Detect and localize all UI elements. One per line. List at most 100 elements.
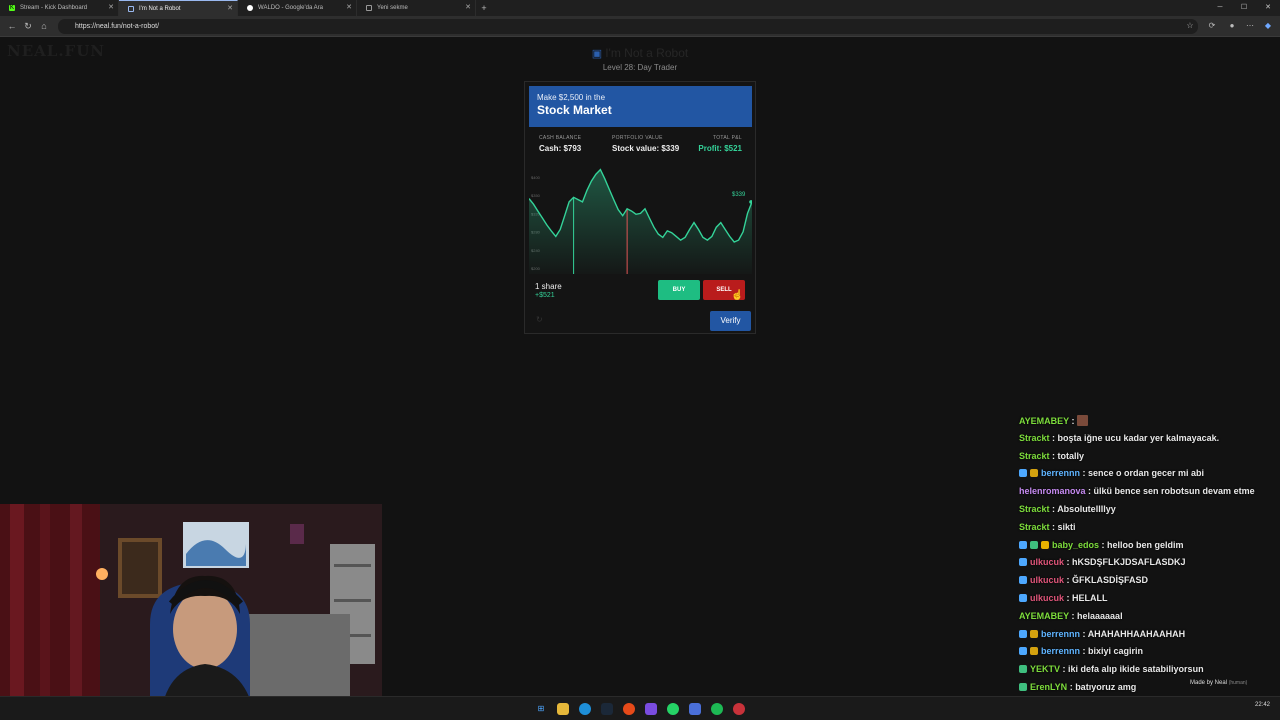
steam-icon[interactable] — [601, 703, 613, 715]
chat-text: totally — [1057, 450, 1085, 461]
chat-message: ulkucuk : ĞFKLASDİŞFASD — [1019, 575, 1148, 585]
close-icon[interactable]: ✕ — [227, 5, 233, 12]
minimize-icon[interactable]: ─ — [1208, 0, 1232, 16]
chat-badge-icon — [1019, 576, 1027, 585]
pnl-label: TOTAL P&L — [712, 135, 742, 141]
windows-start-icon[interactable]: ⊞ — [535, 703, 547, 715]
chat-separator: : — [1060, 664, 1069, 675]
chat-username[interactable]: ulkucuk — [1030, 593, 1064, 603]
chat-username[interactable]: Strackt — [1019, 433, 1050, 443]
chat-separator: : — [1064, 557, 1073, 568]
chat-separator: : — [1069, 416, 1078, 426]
tab-title: Yeni sekme — [377, 5, 408, 11]
y-tick-label: $400 — [531, 175, 541, 180]
chrome-icon[interactable] — [733, 703, 745, 715]
system-clock[interactable]: 22:42 — [1255, 701, 1270, 709]
tab-new-tab[interactable]: Yeni sekme ✕ — [357, 0, 476, 16]
site-logo[interactable]: NEAL.FUN — [7, 42, 105, 60]
tab-title: Stream - Kick Dashboard — [20, 5, 88, 11]
chat-username[interactable]: ulkucuk — [1030, 557, 1064, 567]
chat-text: ülkü bence sen robotsun devam etme — [1093, 486, 1255, 497]
pnl-stat: TOTAL P&L Profit: $521 — [698, 135, 742, 153]
chat-username[interactable]: helenromanova — [1019, 486, 1086, 496]
refresh-extension-icon[interactable]: ⟳ — [1206, 20, 1218, 32]
chat-message: ulkucuk : hKSDŞFLKJDSAFLASDKJ — [1019, 557, 1186, 567]
file-explorer-icon[interactable] — [557, 703, 569, 715]
portfolio-value: Stock value: $339 — [612, 144, 680, 153]
share-count: 1 share — [535, 282, 562, 291]
chat-text: helaaaaaal — [1077, 610, 1123, 621]
chat-text: AHAHAHHAAHAAHAH — [1087, 628, 1186, 639]
chat-username[interactable]: berrennn — [1041, 646, 1080, 656]
chat-separator: : — [1064, 593, 1073, 603]
menu-icon[interactable]: ⋯ — [1244, 20, 1256, 32]
stats-row: CASH BALANCE Cash: $793 PORTFOLIO VALUE … — [529, 135, 752, 159]
robot-icon: ▣ — [591, 48, 603, 60]
chat-username[interactable]: YEKTV — [1030, 664, 1060, 674]
chat-username[interactable]: ulkucuk — [1030, 575, 1064, 585]
chat-message: Strackt : Absolutellllyy — [1019, 504, 1116, 514]
whatsapp-icon[interactable] — [667, 703, 679, 715]
chat-username[interactable]: baby_edos — [1052, 540, 1099, 550]
page-title: ▣ I'm Not a Robot — [560, 46, 720, 60]
made-by-credit: Made by Neal (human) — [1190, 680, 1247, 686]
chat-username[interactable]: berrennn — [1041, 468, 1080, 478]
chat-message: AYEMABEY : helaaaaaal — [1019, 611, 1123, 621]
favorite-star-icon[interactable]: ☆ — [1184, 20, 1196, 32]
app-icon[interactable] — [645, 703, 657, 715]
chat-username[interactable]: ErenLYN — [1030, 682, 1067, 692]
spotify-icon[interactable] — [711, 703, 723, 715]
back-icon[interactable]: ← — [6, 20, 18, 32]
chat-message: helenromanova : ülkü bence sen robotsun … — [1019, 486, 1255, 496]
chat-text: boşta iğne ucu kadar yer kalmayacak. — [1057, 432, 1220, 443]
chat-username[interactable]: berrennn — [1041, 629, 1080, 639]
pnl-value: Profit: $521 — [698, 144, 742, 153]
new-tab-button[interactable]: + — [476, 0, 492, 16]
chat-username[interactable]: AYEMABEY — [1019, 611, 1069, 621]
stock-chart: $400$350$320$280$240$200 $339 — [529, 168, 752, 274]
close-icon[interactable]: ✕ — [346, 4, 352, 11]
chat-username[interactable]: Strackt — [1019, 504, 1050, 514]
close-window-icon[interactable]: ✕ — [1256, 0, 1280, 16]
obs-icon[interactable] — [623, 703, 635, 715]
copilot-icon[interactable]: ◆ — [1262, 20, 1274, 32]
chat-badge-icon — [1019, 665, 1027, 674]
google-icon — [247, 5, 253, 11]
discord-icon[interactable] — [689, 703, 701, 715]
buy-button[interactable]: BUY — [658, 280, 700, 300]
windows-taskbar: ⊞ 22:42 — [0, 696, 1280, 720]
chat-message: berrennn : sence o ordan gecer mi abi — [1019, 468, 1204, 478]
chat-separator: : — [1049, 450, 1058, 461]
chat-separator: : — [1080, 646, 1089, 657]
chat-separator: : — [1049, 521, 1058, 532]
chat-username[interactable]: AYEMABEY — [1019, 416, 1069, 426]
chat-separator: : — [1085, 486, 1094, 497]
challenge-subtitle: Make $2,500 in the — [537, 93, 606, 102]
close-icon[interactable]: ✕ — [465, 4, 471, 11]
tab-google-search[interactable]: WALDO - Google'da Ara ✕ — [238, 0, 357, 16]
chat-badge-icon — [1019, 540, 1027, 549]
tab-not-a-robot[interactable]: I'm Not a Robot ✕ — [119, 0, 238, 16]
chat-text: batıyoruz amg — [1075, 682, 1137, 692]
chat-username[interactable]: Strackt — [1019, 451, 1050, 461]
maximize-icon[interactable]: ☐ — [1232, 0, 1256, 16]
chat-message: Strackt : boşta iğne ucu kadar yer kalma… — [1019, 433, 1219, 443]
verify-button[interactable]: Verify — [710, 311, 751, 331]
page-title-text: I'm Not a Robot — [605, 46, 689, 60]
robot-icon — [128, 5, 134, 12]
profile-icon[interactable]: ● — [1226, 20, 1238, 32]
close-icon[interactable]: ✕ — [108, 4, 114, 11]
chat-badge-icon — [1019, 629, 1027, 638]
reload-icon[interactable]: ↻ — [22, 20, 34, 32]
kick-icon: K — [9, 5, 15, 11]
tab-kick-dashboard[interactable]: K Stream - Kick Dashboard ✕ — [0, 0, 119, 16]
refresh-icon[interactable]: ↻ — [536, 315, 543, 324]
url-input[interactable]: https://neal.fun/not-a-robot/ — [58, 19, 1198, 34]
edge-icon[interactable] — [579, 703, 591, 715]
page-icon — [366, 5, 372, 11]
window-controls: ─ ☐ ✕ — [1208, 0, 1280, 16]
chat-text: HELALL — [1072, 593, 1108, 603]
tab-title: I'm Not a Robot — [139, 5, 181, 12]
chat-username[interactable]: Strackt — [1019, 522, 1050, 532]
home-icon[interactable]: ⌂ — [38, 20, 50, 32]
